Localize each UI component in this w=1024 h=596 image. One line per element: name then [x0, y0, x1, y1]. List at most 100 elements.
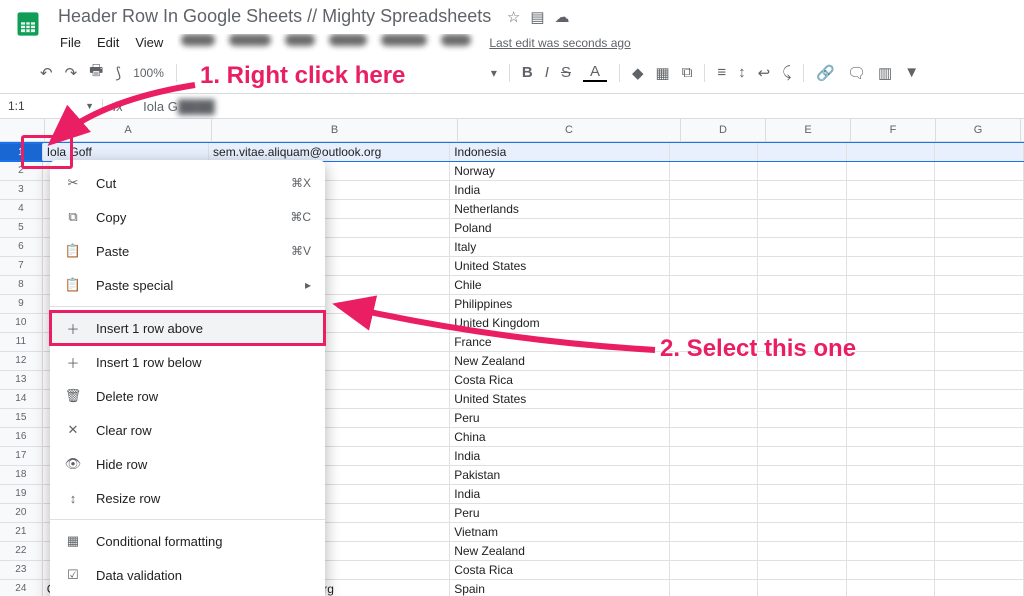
fill-color-button[interactable]: ◆ — [632, 64, 644, 82]
cell[interactable] — [935, 390, 1024, 408]
row-header[interactable]: 7 — [0, 257, 43, 275]
cell[interactable]: Spain — [450, 580, 669, 596]
cell[interactable] — [670, 447, 759, 465]
cell[interactable] — [935, 409, 1024, 427]
cell[interactable] — [847, 238, 936, 256]
row-header[interactable]: 21 — [0, 523, 43, 541]
paint-format-button[interactable]: ⟆ — [115, 64, 121, 82]
cell[interactable] — [758, 542, 847, 560]
zoom-select[interactable]: 100% — [133, 66, 164, 80]
col-header-g[interactable]: G — [936, 119, 1021, 141]
cell[interactable] — [935, 143, 1024, 161]
cell[interactable]: China — [450, 428, 669, 446]
cell[interactable]: United States — [450, 257, 669, 275]
row-header[interactable]: 11 — [0, 333, 43, 351]
row-header[interactable]: 18 — [0, 466, 43, 484]
cell[interactable]: Italy — [450, 238, 669, 256]
cell[interactable] — [847, 466, 936, 484]
cell[interactable] — [758, 504, 847, 522]
cell[interactable] — [935, 352, 1024, 370]
ctx-conditional-formatting[interactable]: ▦Conditional formatting — [50, 524, 325, 558]
chart-button[interactable]: ▥ — [878, 64, 892, 82]
document-title[interactable]: Header Row In Google Sheets // Mighty Sp… — [54, 4, 495, 28]
cell[interactable] — [935, 314, 1024, 332]
cell[interactable] — [935, 276, 1024, 294]
cell[interactable] — [758, 580, 847, 596]
cell[interactable]: Vietnam — [450, 523, 669, 541]
cell[interactable] — [670, 485, 759, 503]
row-header[interactable]: 20 — [0, 504, 43, 522]
wrap-button[interactable]: ↩ — [758, 64, 771, 82]
cell[interactable] — [847, 352, 936, 370]
cell[interactable] — [847, 181, 936, 199]
name-box[interactable]: 1:1▼ — [0, 99, 103, 113]
cell[interactable] — [670, 143, 759, 161]
row-header[interactable]: 2 — [0, 162, 43, 180]
link-button[interactable]: 🔗 — [816, 64, 835, 82]
cell[interactable] — [670, 371, 759, 389]
h-align-button[interactable]: ≡ — [717, 64, 726, 81]
row-header[interactable]: 10 — [0, 314, 43, 332]
merge-button[interactable]: ⧉ — [682, 64, 693, 81]
cell[interactable]: Peru — [450, 504, 669, 522]
print-button[interactable]: 🖶 — [89, 60, 103, 85]
row-header[interactable]: 5 — [0, 219, 43, 237]
cell[interactable] — [847, 390, 936, 408]
cell[interactable] — [670, 542, 759, 560]
cell[interactable]: Netherlands — [450, 200, 669, 218]
row-header[interactable]: 13 — [0, 371, 43, 389]
cell[interactable] — [758, 409, 847, 427]
bold-button[interactable]: B — [522, 64, 533, 81]
cell[interactable] — [935, 219, 1024, 237]
cell[interactable] — [670, 580, 759, 596]
cell[interactable] — [670, 523, 759, 541]
row-header[interactable]: 23 — [0, 561, 43, 579]
cell[interactable]: Indonesia — [450, 143, 669, 161]
cell[interactable] — [847, 314, 936, 332]
cell[interactable] — [935, 504, 1024, 522]
col-header-f[interactable]: F — [851, 119, 936, 141]
cell[interactable]: sem.vitae.aliquam@outlook.org — [209, 143, 450, 161]
cell[interactable]: Norway — [450, 162, 669, 180]
cell[interactable]: Iola Goff — [43, 143, 209, 161]
cell[interactable]: New Zealand — [450, 542, 669, 560]
ctx-insert-row-below[interactable]: ＋Insert 1 row below — [50, 345, 325, 379]
cell[interactable] — [758, 219, 847, 237]
ctx-resize-row[interactable]: ↕Resize row — [50, 481, 325, 515]
ctx-data-validation[interactable]: ☑Data validation — [50, 558, 325, 592]
cell[interactable] — [670, 162, 759, 180]
cell[interactable] — [935, 162, 1024, 180]
cell[interactable] — [758, 162, 847, 180]
row-header[interactable]: 16 — [0, 428, 43, 446]
cell[interactable] — [847, 143, 936, 161]
ctx-hide-row[interactable]: 👁Hide row — [50, 447, 325, 481]
ctx-copy[interactable]: ⧉Copy⌘C — [50, 200, 325, 234]
cell[interactable] — [935, 333, 1024, 351]
cell[interactable] — [847, 409, 936, 427]
row-header[interactable]: 6 — [0, 238, 43, 256]
cell[interactable] — [847, 371, 936, 389]
cell[interactable]: India — [450, 447, 669, 465]
ctx-paste-special[interactable]: 📋Paste special▸ — [50, 268, 325, 302]
col-header-a[interactable]: A — [45, 119, 212, 141]
cell[interactable]: India — [450, 181, 669, 199]
cell[interactable] — [935, 523, 1024, 541]
cell[interactable] — [847, 561, 936, 579]
ctx-insert-row-above[interactable]: ＋Insert 1 row above — [50, 311, 325, 345]
row-header[interactable]: 8 — [0, 276, 43, 294]
col-header-d[interactable]: D — [681, 119, 766, 141]
cell[interactable] — [758, 257, 847, 275]
cell[interactable] — [935, 466, 1024, 484]
ctx-paste[interactable]: 📋Paste⌘V — [50, 234, 325, 268]
cell[interactable]: Pakistan — [450, 466, 669, 484]
cell[interactable]: United Kingdom — [450, 314, 669, 332]
cell[interactable] — [670, 314, 759, 332]
comment-button[interactable]: 🗨 — [847, 64, 866, 82]
font-dropdown-icon[interactable]: ▾ — [491, 66, 497, 80]
cell[interactable] — [935, 542, 1024, 560]
cell[interactable] — [935, 561, 1024, 579]
cell[interactable] — [935, 200, 1024, 218]
strike-button[interactable]: S — [561, 64, 571, 81]
col-header-e[interactable]: E — [766, 119, 851, 141]
cell[interactable] — [935, 181, 1024, 199]
